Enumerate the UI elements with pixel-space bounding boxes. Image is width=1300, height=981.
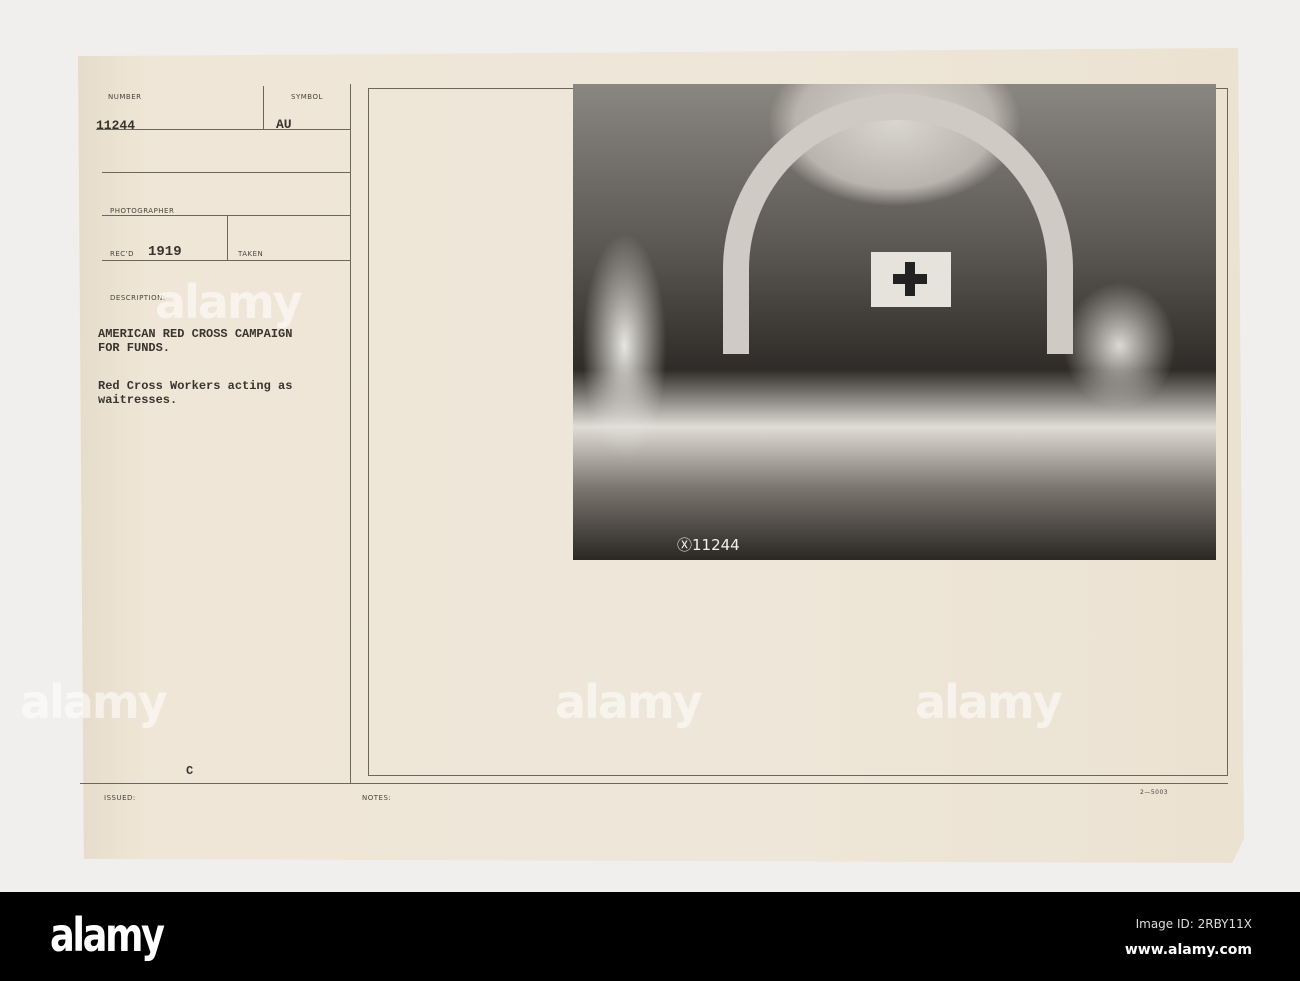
divider	[227, 216, 228, 261]
divider	[102, 172, 350, 173]
description-title: AMERICAN RED CROSS CAMPAIGN FOR FUNDS.	[98, 327, 292, 355]
watermark: alamy	[20, 675, 168, 729]
mark-c: C	[186, 764, 194, 778]
description-text-line: Red Cross Workers acting as	[98, 379, 293, 393]
issued-label: ISSUED:	[104, 794, 136, 802]
divider	[102, 215, 350, 216]
watermark: alamy	[915, 675, 1063, 729]
photo-arch	[723, 94, 1073, 354]
image-id: Image ID: 2RBY11X	[1135, 917, 1252, 931]
divider	[96, 129, 350, 130]
description-text: Red Cross Workers acting as waitresses.	[98, 379, 292, 407]
description-title-line: AMERICAN RED CROSS CAMPAIGN	[98, 327, 293, 341]
recd-label: REC'D	[110, 250, 134, 258]
description-text-line: waitresses.	[98, 393, 178, 407]
divider	[102, 260, 350, 261]
divider	[350, 84, 351, 784]
divider	[80, 783, 1228, 784]
recd-value: 1919	[148, 244, 182, 260]
form-number: 2—5003	[1140, 789, 1169, 796]
divider	[263, 86, 264, 130]
site-url[interactable]: www.alamy.com	[1125, 942, 1252, 958]
number-label: NUMBER	[108, 93, 142, 101]
number-value: 11244	[96, 118, 136, 133]
photographer-label: PHOTOGRAPHER	[110, 207, 175, 215]
alamy-logo: alamy	[50, 908, 165, 962]
historical-photo: Ⓧ11244	[573, 84, 1216, 560]
photo-number: Ⓧ11244	[677, 536, 740, 554]
description-title-line: FOR FUNDS.	[98, 341, 171, 355]
taken-label: TAKEN	[238, 250, 264, 258]
watermark: alamy	[555, 675, 703, 729]
notes-label: NOTES:	[362, 794, 392, 802]
red-cross-flag	[871, 252, 951, 307]
footer-bar	[0, 892, 1300, 981]
watermark: alamy	[155, 275, 303, 329]
symbol-label: SYMBOL	[291, 93, 323, 101]
